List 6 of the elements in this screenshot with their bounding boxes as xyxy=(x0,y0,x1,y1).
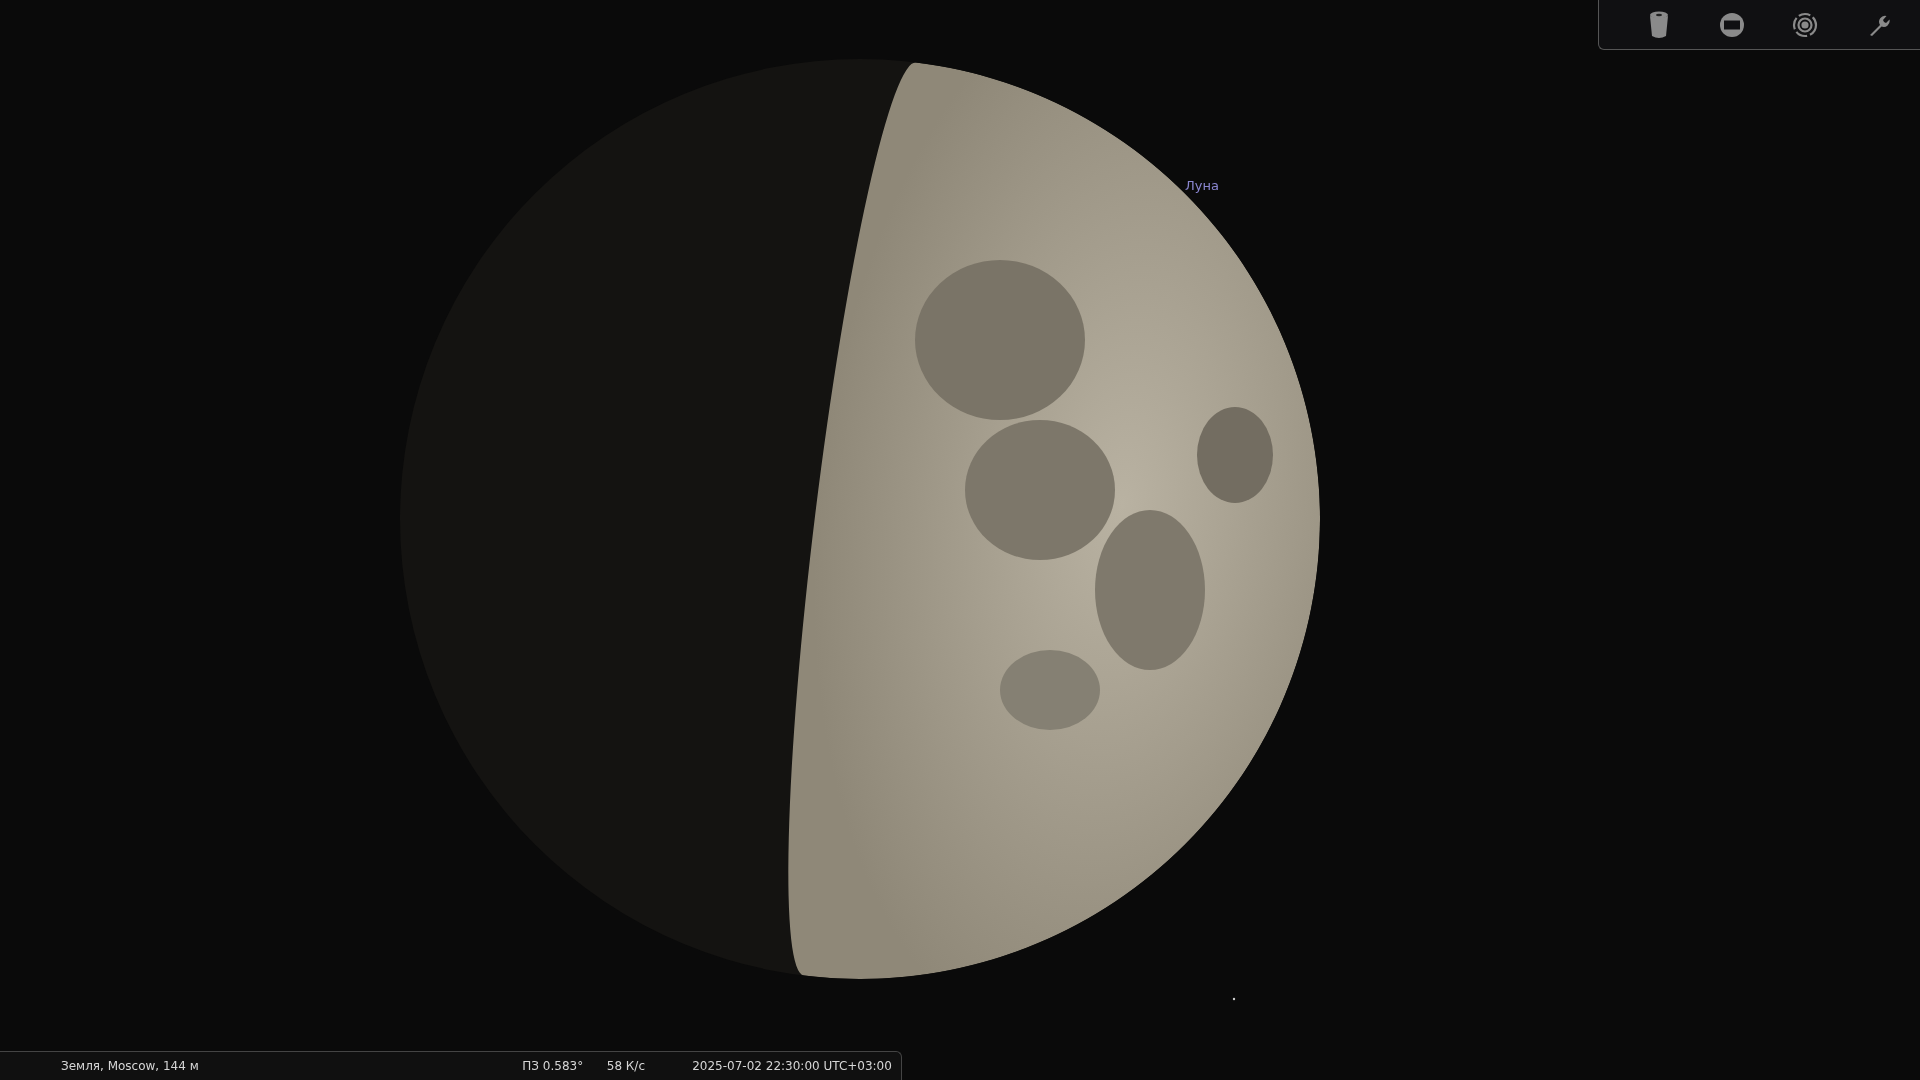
datetime-text: 2025-07-02 22:30:00 UTC+03:00 xyxy=(692,1059,893,1073)
fps-text: 58 К/с xyxy=(606,1059,646,1073)
fov-text: ПЗ 0.583° xyxy=(522,1059,585,1073)
location-text: Земля, Moscow, 144 м xyxy=(60,1059,200,1073)
star-dot xyxy=(1232,997,1236,1001)
moon-label: Луна xyxy=(1185,178,1219,193)
